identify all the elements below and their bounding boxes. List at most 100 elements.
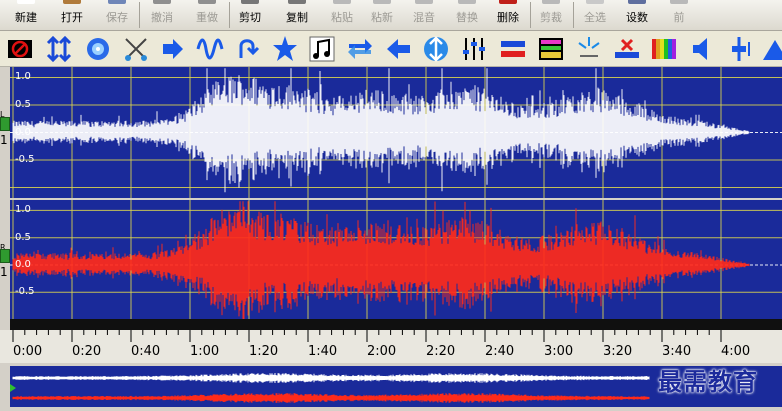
toolbar-button-icon [373, 0, 391, 4]
toolbar-button-4[interactable]: 重做 [187, 0, 227, 30]
star-effect-icon[interactable] [270, 34, 300, 64]
time-label: 3:20 [603, 344, 633, 359]
toolbar-button-icon [458, 0, 476, 4]
toolbar-separator [573, 2, 574, 28]
toolbar-button-icon [153, 0, 171, 4]
time-label: 1:20 [249, 344, 279, 359]
amplitude-label: -0.5 [15, 154, 35, 165]
toolbar-button-label: 保存 [106, 11, 128, 24]
time-label: 1:40 [308, 344, 338, 359]
stop-record-icon[interactable] [5, 34, 35, 64]
toolbar-button-icon [17, 0, 35, 4]
toolbar-button-14[interactable]: 设数 [617, 0, 657, 30]
time-label: 4:00 [721, 344, 751, 359]
toolbar-button-icon [628, 0, 646, 4]
toolbar-button-5[interactable]: 剪切 [230, 0, 270, 30]
amplitude-label: 0.5 [15, 98, 31, 110]
toolbar-button-label: 删除 [497, 11, 519, 24]
toolbar-button-11[interactable]: 删除 [488, 0, 528, 30]
waveform-area[interactable]: 1.0 0.5 0.0 -0.5 1.0 0.5 0.0 -0.5 L1R1 [0, 67, 782, 363]
cd-icon[interactable] [83, 34, 113, 64]
toolbar-button-label: 设数 [626, 11, 648, 24]
waveform-display[interactable] [0, 67, 782, 330]
channel-marker[interactable] [0, 116, 10, 131]
toolbar-button-icon [499, 0, 517, 4]
toolbar-button-3[interactable]: 撤消 [142, 0, 182, 30]
toolbar-button-label: 撤消 [151, 11, 173, 24]
time-label: 3:40 [662, 344, 692, 359]
toolbar-button-12[interactable]: 剪裁 [531, 0, 571, 30]
effects-toolbar [0, 31, 782, 67]
swap-arrows-icon[interactable] [345, 34, 375, 64]
music-note-icon[interactable] [307, 34, 337, 64]
toolbar-button-label: 剪裁 [540, 11, 562, 24]
toolbar-button-6[interactable]: 复制 [277, 0, 317, 30]
toolbar-separator [139, 2, 140, 28]
amplitude-label: 1.0 [15, 204, 31, 216]
toolbar-button-icon [108, 0, 126, 4]
toolbar-button-icon [415, 0, 433, 4]
left-arrow-icon[interactable] [384, 34, 414, 64]
stereo-bars-icon[interactable] [498, 34, 528, 64]
cross-cut-icon[interactable] [121, 34, 151, 64]
amplitude-label: -0.5 [15, 286, 35, 298]
toolbar-button-7[interactable]: 粘贴 [322, 0, 362, 30]
toolbar-button-icon [288, 0, 306, 4]
toolbar-button-9[interactable]: 混音 [404, 0, 444, 30]
mute-cross-icon[interactable] [612, 34, 642, 64]
toolbar-button-icon [586, 0, 604, 4]
toolbar-button-0[interactable]: 新建 [6, 0, 46, 30]
time-label: 2:00 [367, 344, 397, 359]
time-ruler[interactable]: 0:00 0:20 0:40 1:00 1:20 1:40 2:00 2:20 2:40 3:00… [0, 330, 782, 363]
toolbar-button-label: 替换 [456, 11, 478, 24]
toolbar-button-icon [670, 0, 688, 4]
sine-wave-icon[interactable] [195, 34, 225, 64]
toolbar-button-13[interactable]: 全选 [575, 0, 615, 30]
volume-slider-icon[interactable] [724, 34, 754, 64]
watermark: 最需教育 [658, 367, 758, 396]
color-bars-icon[interactable] [649, 34, 679, 64]
triangle-icon[interactable] [760, 34, 782, 64]
amplitude-label: 1.0 [15, 71, 31, 83]
time-label: 2:40 [485, 344, 515, 359]
toolbar-button-label: 新建 [15, 11, 37, 24]
toolbar-button-icon [333, 0, 351, 4]
toolbar-button-label: 剪切 [239, 11, 261, 24]
time-label: 3:00 [544, 344, 574, 359]
toolbar-button-label: 混音 [413, 11, 435, 24]
toolbar-button-icon [542, 0, 560, 4]
equalizer-icon[interactable] [459, 34, 489, 64]
vertical-zoom-icon[interactable] [421, 34, 451, 64]
toolbar-button-1[interactable]: 打开 [52, 0, 92, 30]
toolbar-button-label: 粘贴 [331, 11, 353, 24]
toolbar-button-label: 重做 [196, 11, 218, 24]
undo-curve-icon[interactable] [232, 34, 262, 64]
toolbar-button-label: 复制 [286, 11, 308, 24]
channel-number: 1 [0, 265, 8, 279]
time-label: 1:00 [190, 344, 220, 359]
toolbar-button-label: 打开 [61, 11, 83, 24]
toolbar-button-10[interactable]: 替换 [447, 0, 487, 30]
channel-marker[interactable] [0, 249, 10, 264]
amplitude-label: 0.0 [15, 126, 31, 138]
toolbar-button-2[interactable]: 保存 [97, 0, 137, 30]
time-label: 0:00 [13, 344, 43, 359]
time-label: 0:20 [72, 344, 102, 359]
toolbar-button-label: 粘新 [371, 11, 393, 24]
speaker-icon[interactable] [688, 34, 718, 64]
toolbar-button-15[interactable]: 前 [659, 0, 699, 30]
channel-number: 1 [0, 132, 8, 147]
forward-arrow-icon[interactable] [158, 34, 188, 64]
fit-vertical-icon[interactable] [44, 34, 74, 64]
sparkle-icon[interactable] [574, 34, 604, 64]
toolbar-button-8[interactable]: 粘新 [362, 0, 402, 30]
time-label: 0:40 [131, 344, 161, 359]
time-label: 2:20 [426, 344, 456, 359]
toolbar-button-icon [198, 0, 216, 4]
toolbar-button-icon [241, 0, 259, 4]
toolbar-button-label: 全选 [584, 11, 606, 24]
toolbar-button-label: 前 [673, 11, 685, 24]
amplitude-label: 0.5 [15, 231, 31, 243]
toolbar-button-icon [63, 0, 81, 4]
spectrum-icon[interactable] [536, 34, 566, 64]
